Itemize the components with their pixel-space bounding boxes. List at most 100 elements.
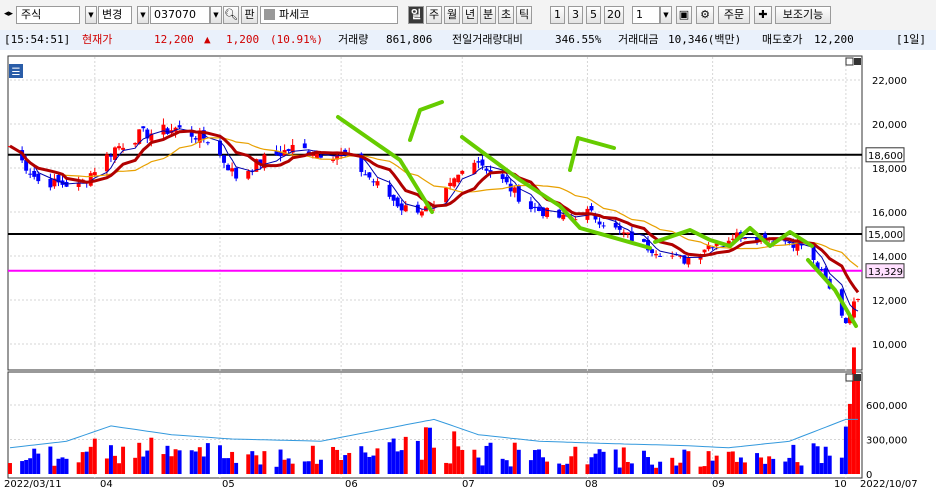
amount-label: 거래대금 [618, 33, 659, 46]
vol-panel-minimize-icon[interactable] [845, 373, 854, 382]
pan-button[interactable]: 판 [241, 6, 258, 24]
interval-button[interactable]: 3 [568, 6, 583, 24]
panel-minimize-icon[interactable] [845, 57, 854, 66]
period-button[interactable]: 초 [498, 6, 514, 24]
change-select[interactable]: 변경 [98, 6, 132, 24]
volume-bar [452, 431, 457, 474]
interval-button[interactable]: 1 [550, 6, 565, 24]
volume-bar [177, 450, 182, 474]
volume-bar [395, 451, 400, 474]
volume-bar [419, 459, 424, 474]
candle-body [702, 249, 707, 253]
panel-close-icon[interactable] [854, 58, 861, 65]
volume-bar [589, 457, 594, 474]
candle-body [448, 182, 453, 187]
volume-bar [710, 460, 715, 474]
volume-bar [286, 458, 291, 474]
volume-bar [137, 442, 142, 474]
interval-button[interactable]: 20 [604, 6, 624, 24]
volume-bar [399, 450, 404, 474]
x-tick-label: 07 [462, 479, 475, 490]
candle-body [36, 173, 41, 182]
candle-body [177, 125, 182, 128]
save-icon[interactable]: ▣ [676, 6, 692, 24]
candle-body [161, 124, 166, 135]
volume-bar [141, 456, 146, 474]
candle-body [48, 178, 53, 188]
volume-bar [823, 446, 828, 474]
volume-bar [646, 457, 650, 474]
candle-body [512, 187, 517, 193]
stock-code-dropdown-icon[interactable]: ▼ [210, 6, 222, 24]
change-dropdown-icon[interactable]: ▼ [137, 6, 149, 24]
search-icon[interactable]: 🔍︎ [223, 6, 239, 24]
volume-bar [738, 457, 743, 474]
candle-body [32, 170, 37, 177]
market-type-value: 주식 [21, 8, 42, 21]
candle-body [557, 209, 562, 218]
volume-bar [815, 446, 820, 474]
candle-body [104, 154, 109, 172]
volume-bar [682, 449, 687, 474]
volume-bar [193, 451, 198, 474]
candle-body [621, 232, 626, 234]
price-tick-label: 18,000 [872, 164, 907, 175]
count-input[interactable]: 1 [632, 6, 660, 24]
order-button[interactable]: 주문 [718, 6, 750, 24]
volume-bar [197, 447, 202, 474]
volume-bar [306, 461, 311, 474]
aux-function-button[interactable]: 보조기능 [775, 6, 831, 24]
volume-bar [375, 448, 380, 474]
volume-bar [367, 456, 372, 474]
candle-body [504, 176, 509, 183]
volume-bar [686, 451, 691, 474]
candle-body [367, 172, 372, 178]
volume-bar [597, 449, 602, 474]
chart-settings-glyph: ☰ [12, 67, 21, 78]
volume-bar [218, 445, 222, 474]
market-type-select[interactable]: 주식 [16, 6, 80, 24]
candle-body [819, 269, 824, 271]
nav-arrows-icon[interactable]: ◂▸ [4, 6, 13, 24]
candle-body [444, 187, 449, 203]
plus-icon[interactable]: ✚ [754, 6, 772, 24]
vol-panel-close-icon[interactable] [854, 374, 861, 381]
period-button[interactable]: 틱 [516, 6, 532, 24]
volume-bar [839, 457, 844, 474]
market-type-dropdown-icon[interactable]: ▼ [85, 6, 97, 24]
x-tick-label: 10 [834, 479, 847, 490]
price-change-pct: (10.91%) [270, 33, 323, 46]
volume-bar [811, 443, 816, 474]
period-button[interactable]: 분 [480, 6, 496, 24]
volume-bar [771, 458, 776, 474]
period-button[interactable]: 일 [408, 6, 424, 24]
volume-bar [670, 457, 675, 474]
volume-bar [532, 450, 537, 474]
stock-code-input[interactable]: 037070 [150, 6, 210, 24]
price-tick-label: 10,000 [872, 340, 907, 351]
candle-body [371, 181, 376, 183]
stock-chart[interactable]: 22,000 20,000 18,000 16,000 14,000 12,000 10,0… [0, 50, 936, 496]
period-button[interactable]: 년 [462, 6, 478, 24]
gear-icon[interactable]: ⚙ [696, 6, 714, 24]
x-tick-label: 04 [100, 479, 113, 490]
volume-bar [290, 463, 295, 474]
period-button[interactable]: 월 [444, 6, 460, 24]
candle-body [363, 174, 368, 176]
volume-bar [165, 445, 170, 474]
ask-label: 매도호가 [762, 33, 803, 46]
volume-bar [20, 461, 25, 474]
volume-bar [310, 445, 315, 474]
volume-bar [508, 466, 513, 474]
volume-bar [347, 452, 352, 474]
count-dropdown-icon[interactable]: ▼ [660, 6, 672, 24]
price-tick-label: 16,000 [872, 208, 907, 219]
volume-bar [56, 458, 61, 474]
period-button[interactable]: 주 [426, 6, 442, 24]
candle-body [545, 207, 550, 217]
prev-ratio-label: 전일거래량대비 [452, 33, 523, 46]
stock-name-field[interactable]: 파세코 [260, 6, 398, 24]
interval-button[interactable]: 5 [586, 6, 601, 24]
volume-bar [88, 446, 93, 474]
candle-body [226, 164, 231, 171]
